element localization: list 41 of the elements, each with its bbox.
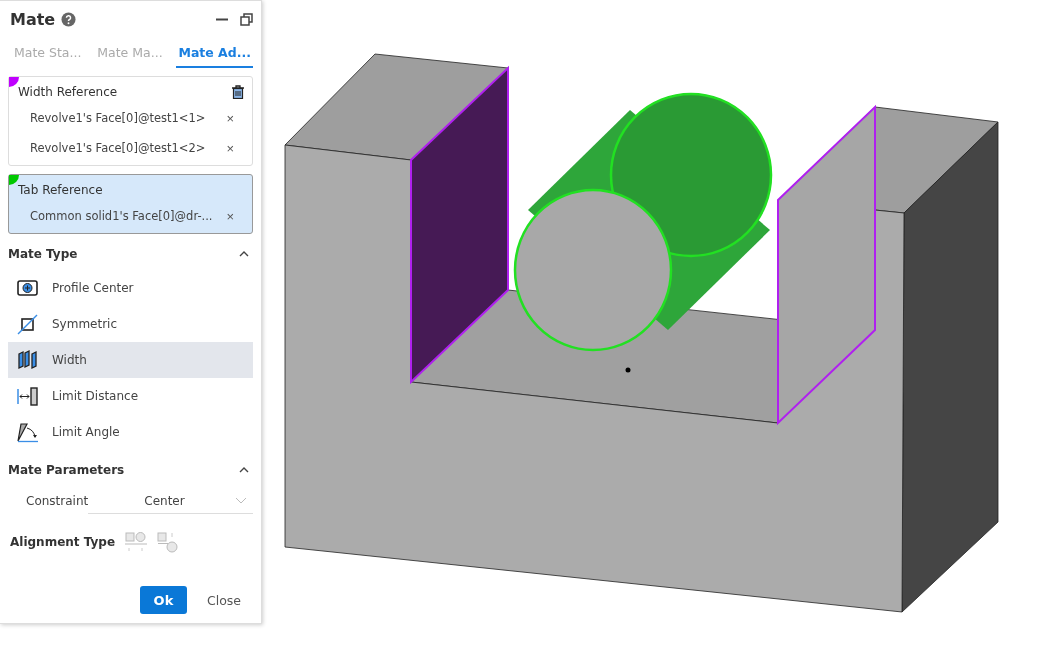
ok-button[interactable]: Ok [139, 586, 187, 614]
dropdown-chevron-icon [235, 497, 247, 504]
reference-item: Revolve1's Face[0]@test1<1> [30, 111, 207, 125]
remove-button[interactable]: × [224, 140, 236, 156]
section-title: Mate Parameters [8, 463, 125, 477]
symmetric-icon [16, 313, 40, 335]
reference-item: Common solid1's Face[0]@dr-... [30, 209, 214, 223]
restore-icon[interactable] [240, 12, 253, 26]
collapse-chevron-icon[interactable] [239, 251, 249, 257]
mate-type-option[interactable]: Symmetric [8, 306, 253, 342]
limit-angle-icon [16, 421, 40, 443]
help-icon[interactable] [61, 11, 77, 27]
remove-button[interactable]: × [224, 208, 236, 224]
section-title: Mate Type [8, 247, 78, 261]
reference-title: Tab Reference [18, 183, 103, 197]
reference-box[interactable]: Tab Reference Common solid1's Face[0]@dr-... × [8, 174, 253, 234]
trash-icon[interactable] [232, 85, 244, 99]
reference-title: Width Reference [18, 85, 118, 99]
constraint-label: Constraint [26, 494, 88, 508]
option-label: Symmetric [52, 317, 118, 331]
close-button[interactable]: Close [200, 586, 247, 614]
option-label: Profile Center [52, 281, 134, 295]
option-label: Limit Distance [52, 389, 139, 403]
collapse-chevron-icon[interactable] [239, 467, 249, 473]
remove-button[interactable]: × [224, 110, 236, 126]
tab[interactable]: Mate Ad... [176, 41, 253, 68]
center-point [625, 367, 631, 373]
profile-center-icon [16, 277, 40, 299]
reference-box[interactable]: Width Reference Revolve1's Face[0]@test1<1> × Revolve1's Face[0]@test1<2> × [8, 76, 253, 166]
mate-type-option[interactable]: Limit Distance [8, 378, 253, 414]
width-icon [16, 349, 40, 371]
panel-title: Mate [10, 9, 56, 29]
option-label: Width [52, 353, 87, 367]
mate-type-option[interactable]: Limit Angle [8, 414, 253, 450]
mate-type-option[interactable]: Profile Center [8, 270, 253, 306]
alignment-label: Alignment Type [10, 535, 116, 549]
limit-distance-icon [16, 385, 40, 407]
mate-type-option[interactable]: Width [8, 342, 253, 378]
reference-item: Revolve1's Face[0]@test1<2> [30, 141, 207, 155]
constraint-dropdown[interactable]: Center [88, 488, 253, 514]
option-label: Limit Angle [52, 425, 120, 439]
